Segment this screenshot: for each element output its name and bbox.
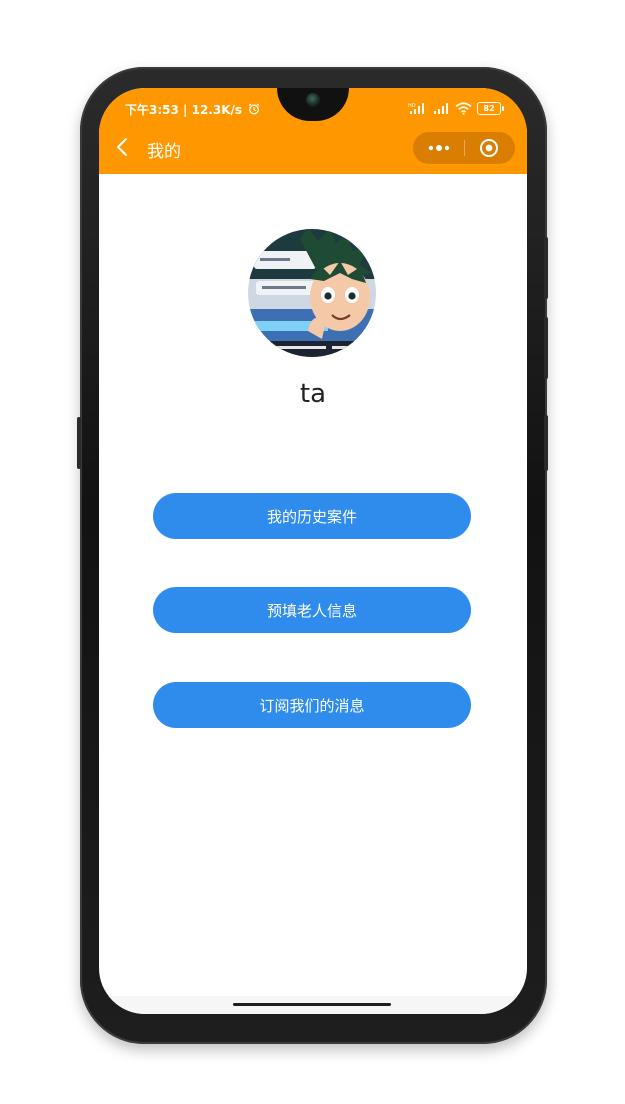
capsule-divider <box>464 140 465 156</box>
prefill-elder-info-button[interactable]: 预填老人信息 <box>153 587 471 633</box>
power-button <box>544 237 548 299</box>
notch <box>277 88 349 121</box>
signal-icon <box>434 102 448 114</box>
app-header: 下午3:53 | 12.3K/s HD 82 我的 <box>99 88 527 174</box>
network-speed: 12.3K/s <box>191 103 243 117</box>
username: ta <box>299 379 327 409</box>
status-bar-right: HD 82 <box>408 100 504 116</box>
volume-down-button <box>544 415 548 471</box>
subscribe-messages-button[interactable]: 订阅我们的消息 <box>153 682 471 728</box>
volume-button <box>77 417 81 469</box>
home-indicator[interactable] <box>233 1003 391 1006</box>
signal-hd-icon: HD <box>408 102 424 114</box>
status-bar-left: 下午3:53 | 12.3K/s <box>125 101 260 118</box>
more-icon[interactable] <box>427 140 451 156</box>
mini-program-capsule <box>413 132 515 164</box>
svg-text:HD: HD <box>408 103 416 109</box>
front-camera <box>306 93 320 107</box>
battery-icon: 82 <box>477 101 504 115</box>
avatar[interactable] <box>248 229 376 357</box>
status-time: 下午3:53 <box>125 103 179 117</box>
phone-screen: 下午3:53 | 12.3K/s HD 82 我的 ta 我的历史案件 预填老人… <box>99 88 527 1014</box>
history-cases-button[interactable]: 我的历史案件 <box>153 493 471 539</box>
avatar-image <box>248 229 376 357</box>
close-target-icon[interactable] <box>479 138 499 158</box>
volume-up-button <box>544 317 548 379</box>
wifi-icon <box>455 101 472 115</box>
page-title: 我的 <box>147 142 181 162</box>
alarm-icon <box>249 103 260 115</box>
back-icon[interactable] <box>113 136 133 158</box>
